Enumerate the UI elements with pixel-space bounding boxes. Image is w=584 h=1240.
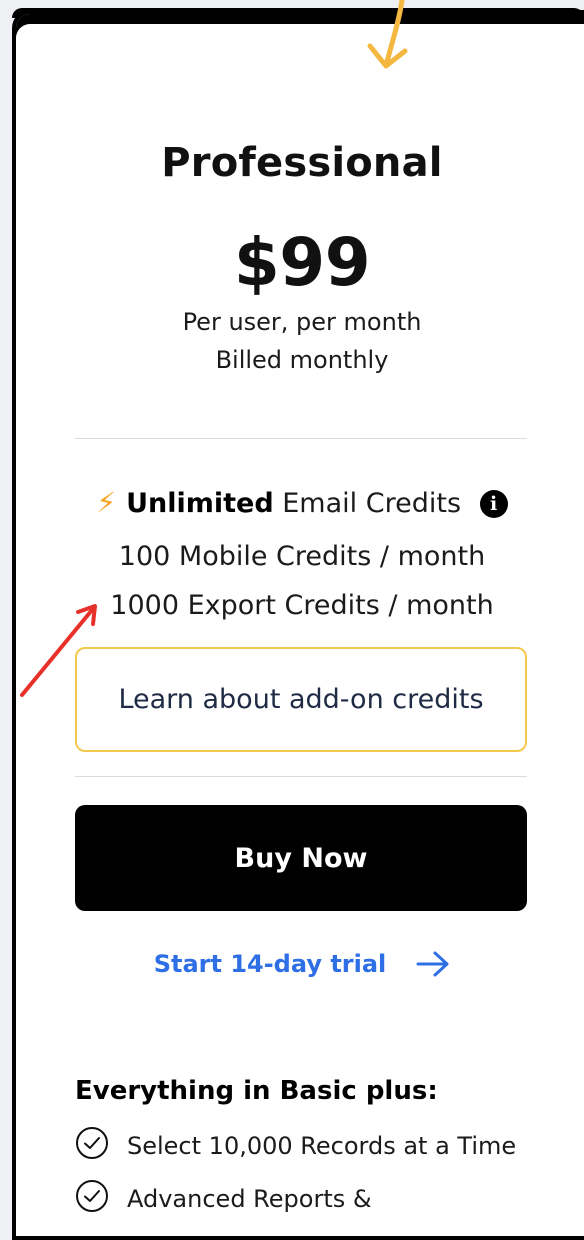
start-trial-link[interactable]: Start 14-day trial	[16, 950, 584, 978]
email-credits-label: Email Credits	[282, 488, 462, 519]
check-circle-icon	[75, 1179, 109, 1219]
features-heading: Everything in Basic plus:	[75, 1076, 438, 1106]
billing-cycle: Billed monthly	[215, 346, 389, 374]
plan-price: $99	[233, 224, 371, 301]
billing-unit: Per user, per month	[182, 308, 422, 336]
divider	[75, 776, 527, 777]
export-credits-line: 1000 Export Credits / month	[110, 590, 494, 621]
info-icon[interactable]: i	[479, 490, 508, 518]
buy-now-label: Buy Now	[234, 842, 368, 874]
email-credits-line: ⚡ Unlimited Email Credits i	[16, 486, 584, 519]
buy-now-button[interactable]: Buy Now	[75, 805, 527, 911]
feature-label: Select 10,000 Records at a Time	[127, 1132, 517, 1160]
plan-title: Professional	[161, 140, 443, 186]
email-credits-bold: Unlimited	[126, 488, 274, 519]
addon-credits-button[interactable]: Learn about add-on credits	[75, 647, 527, 752]
check-circle-icon	[75, 1126, 109, 1166]
lightning-bolt-icon: ⚡	[96, 486, 117, 519]
feature-item: Advanced Reports &	[75, 1179, 372, 1219]
divider	[75, 438, 527, 439]
addon-credits-label: Learn about add-on credits	[118, 684, 484, 715]
feature-item: Select 10,000 Records at a Time	[75, 1126, 516, 1166]
arrow-right-icon	[416, 950, 450, 978]
pricing-card: Professional $99 Per user, per month Bil…	[12, 10, 584, 1240]
mobile-credits-line: 100 Mobile Credits / month	[118, 541, 486, 572]
feature-label: Advanced Reports &	[127, 1185, 372, 1213]
start-trial-label: Start 14-day trial	[153, 950, 387, 978]
